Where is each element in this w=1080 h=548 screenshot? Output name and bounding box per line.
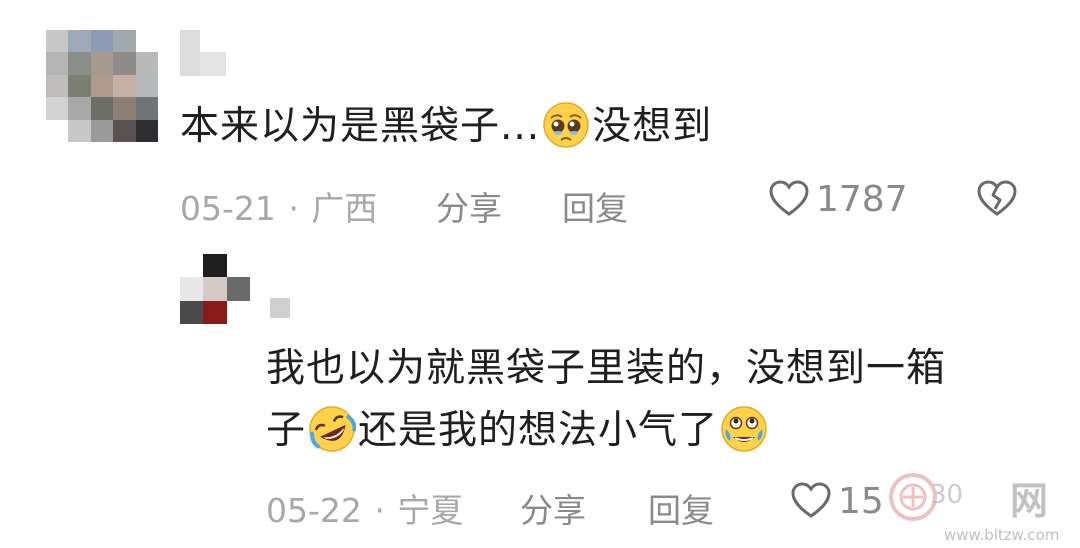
- rolling-on-floor-laughing-icon: [308, 405, 357, 453]
- pleading-face-icon: [542, 101, 590, 149]
- reply-text-part: 子: [266, 408, 307, 453]
- meta-separator: ·: [288, 189, 299, 228]
- avatar[interactable]: [46, 30, 158, 142]
- reply-date: 05-22 · 宁夏: [266, 491, 464, 530]
- reply-username-redacted[interactable]: [270, 298, 290, 318]
- reply-reply-button[interactable]: 回复: [648, 484, 714, 532]
- comment-text-part: 本来以为是黑袋子...: [180, 104, 541, 149]
- watermark-brand: 网: [1010, 479, 1049, 523]
- broken-heart-icon: [976, 178, 1018, 220]
- comment-date: 05-21 · 广西: [180, 189, 378, 228]
- reply-share-button[interactable]: 分享: [520, 484, 586, 532]
- share-button[interactable]: 分享: [436, 182, 502, 230]
- reply-text-line-1: 我也以为就黑袋子里装的，没想到一箱: [266, 346, 947, 391]
- reply-avatar[interactable]: [180, 254, 250, 324]
- username-redacted[interactable]: [180, 30, 226, 76]
- reply-location: 宁夏: [397, 491, 464, 530]
- like-count: 1787: [816, 178, 908, 220]
- reply-text-part: 还是我的想法小气了: [358, 408, 719, 453]
- like-button[interactable]: 1787: [768, 178, 908, 220]
- comment-location: 广西: [311, 189, 378, 228]
- watermark-small-text: 30: [930, 480, 964, 510]
- face-holding-back-tears-icon: [720, 405, 768, 453]
- meta-separator: ·: [374, 491, 385, 530]
- watermark: 30 网 www.bltzw.com: [870, 470, 1070, 548]
- reply-text-line-2: 子 还是我的想法小气了: [266, 400, 770, 462]
- comment-text-part: 没想到: [592, 104, 713, 149]
- reply-button[interactable]: 回复: [562, 182, 628, 230]
- comment-text: 本来以为是黑袋子... 没想到: [180, 96, 712, 158]
- heart-icon: [790, 480, 832, 522]
- dislike-button[interactable]: [976, 178, 1018, 220]
- watermark-site: www.bltzw.com: [944, 526, 1060, 544]
- heart-icon: [768, 178, 810, 220]
